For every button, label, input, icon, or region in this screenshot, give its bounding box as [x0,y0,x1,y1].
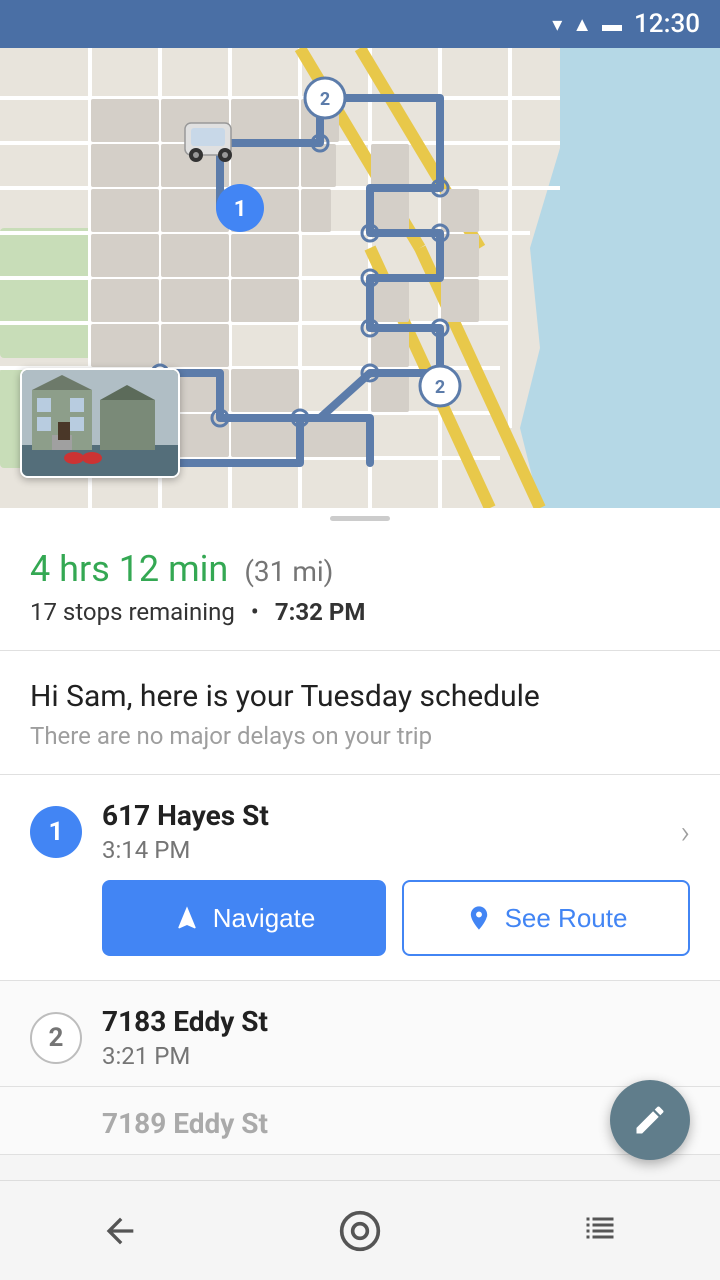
separator-dot: • [251,598,259,626]
trip-distance: (31 mi) [244,555,333,588]
stop-1-actions: Navigate See Route [0,880,720,980]
recents-button[interactable] [570,1201,630,1261]
stop-1-address: 617 Hayes St [102,799,660,832]
map-view[interactable]: 1 2 2 [0,48,720,508]
stop-1-badge: 1 [30,806,82,858]
back-button[interactable] [90,1201,150,1261]
svg-text:2: 2 [435,377,445,398]
svg-text:2: 2 [320,89,330,110]
stop-1-details: 617 Hayes St 3:14 PM [102,799,660,864]
see-route-button[interactable]: See Route [402,880,690,956]
info-panel: 4 hrs 12 min (31 mi) 17 stops remaining … [0,528,720,651]
see-route-label: See Route [505,903,628,934]
edit-fab[interactable] [610,1080,690,1160]
drag-handle-bar [330,516,390,521]
stop-3-address-partial: 7189 Eddy St [102,1107,690,1140]
schedule-subtitle: There are no major delays on your trip [30,722,690,750]
recents-icon [582,1213,618,1249]
edit-icon [632,1102,668,1138]
eta-time: 7:32 PM [275,598,366,626]
stop-2-address: 7183 Eddy St [102,1005,690,1038]
status-time: 12:30 [634,9,700,39]
signal-icon: ▲ [572,12,592,37]
route-icon [465,904,493,932]
home-button[interactable] [330,1201,390,1261]
back-icon [100,1211,140,1251]
home-circle-icon [338,1209,382,1253]
schedule-section: Hi Sam, here is your Tuesday schedule Th… [0,651,720,775]
status-icons: ▾ ▲ ▬ [552,12,622,37]
stops-info-row: 17 stops remaining • 7:32 PM [30,598,690,626]
stops-remaining: 17 stops remaining [30,598,235,626]
navigate-label: Navigate [213,903,316,934]
trip-time: 4 hrs 12 min [30,548,228,590]
stop-2-badge: 2 [30,1012,82,1064]
chevron-right-icon[interactable]: › [680,813,690,851]
bottom-nav [0,1180,720,1280]
svg-text:1: 1 [234,197,247,222]
street-thumbnail[interactable] [20,368,180,478]
stop-2-time: 3:21 PM [102,1042,690,1070]
wifi-icon: ▾ [552,12,562,36]
navigate-icon [173,904,201,932]
stop-2-header[interactable]: 2 7183 Eddy St 3:21 PM [0,981,720,1086]
stop-item-2[interactable]: 2 7183 Eddy St 3:21 PM [0,981,720,1087]
stop-2-details: 7183 Eddy St 3:21 PM [102,1005,690,1070]
navigate-button[interactable]: Navigate [102,880,386,956]
battery-icon: ▬ [602,12,622,37]
time-distance-row: 4 hrs 12 min (31 mi) [30,548,690,590]
stop-item-1: 1 617 Hayes St 3:14 PM › Navigate See Ro… [0,775,720,981]
schedule-greeting: Hi Sam, here is your Tuesday schedule [30,679,690,714]
status-bar: ▾ ▲ ▬ 12:30 [0,0,720,48]
stop-1-header[interactable]: 1 617 Hayes St 3:14 PM › [0,775,720,880]
stop-1-time: 3:14 PM [102,836,660,864]
drag-handle[interactable] [0,508,720,528]
